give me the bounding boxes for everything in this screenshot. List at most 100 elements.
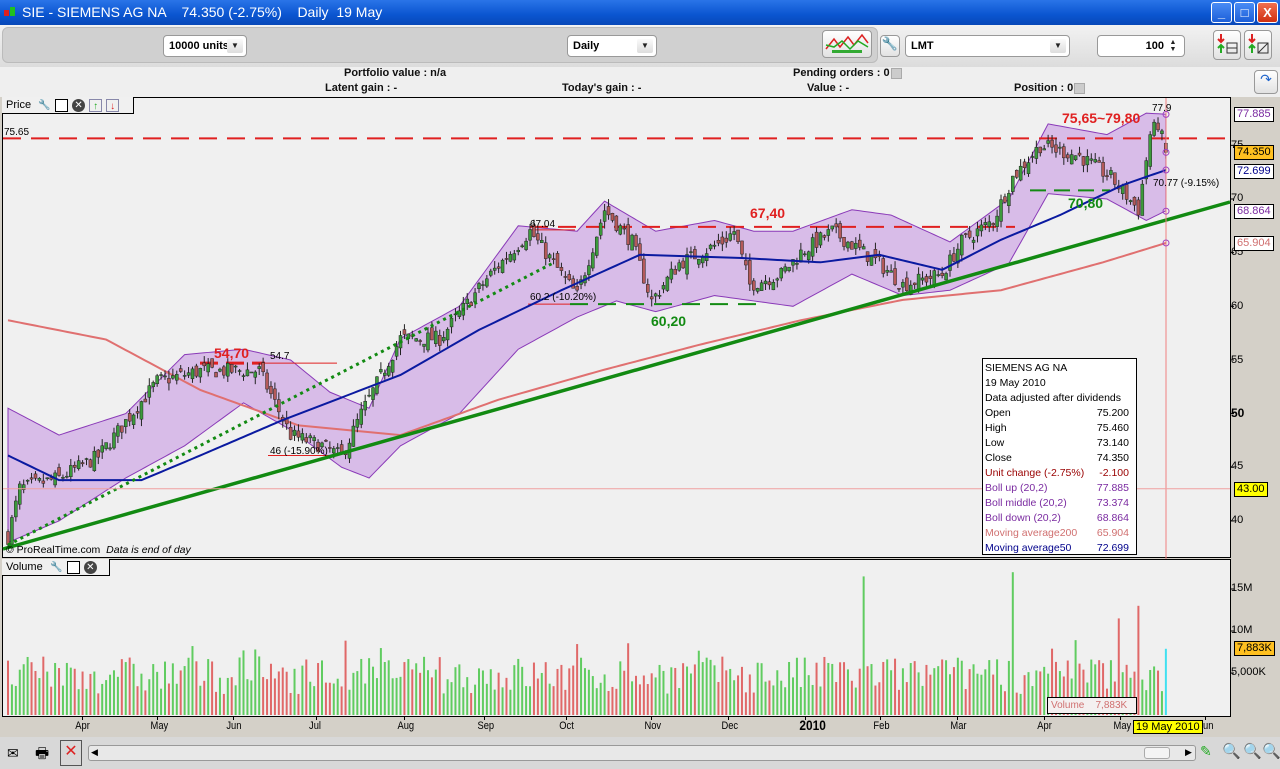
- volume-bar: [603, 674, 606, 715]
- volume-bar: [721, 656, 724, 715]
- volume-bar: [183, 666, 186, 715]
- volume-bar: [73, 668, 76, 715]
- volume-bar: [654, 677, 657, 715]
- window-icon[interactable]: [66, 560, 80, 574]
- volume-bar: [462, 687, 465, 715]
- volume-bar: [112, 670, 115, 715]
- volume-bar: [167, 683, 170, 715]
- x-axis-label: 2010: [799, 717, 826, 733]
- zoom-out-icon[interactable]: 🔍: [1243, 742, 1262, 760]
- volume-bar: [1027, 672, 1030, 715]
- volume-bar: [18, 669, 21, 715]
- volume-bar: [599, 682, 602, 715]
- volume-bar: [403, 662, 406, 715]
- volume-bar: [615, 688, 618, 715]
- volume-bar: [709, 659, 712, 715]
- volume-bar: [128, 657, 131, 715]
- volume-bar: [152, 664, 155, 715]
- volume-bar: [305, 659, 308, 715]
- x-tick: [157, 716, 158, 720]
- volume-bar: [58, 668, 61, 715]
- volume-bar: [375, 678, 378, 715]
- volume-tick: 15M: [1231, 582, 1253, 594]
- volume-bar: [576, 644, 579, 715]
- volume-bar: [678, 688, 681, 715]
- volume-bar: [744, 692, 747, 715]
- volume-bar: [116, 676, 119, 715]
- scrollbar-thumb[interactable]: [1144, 747, 1170, 759]
- volume-bar: [1011, 572, 1014, 715]
- volume-bar: [222, 693, 225, 715]
- volume-bar: [124, 662, 127, 715]
- volume-bar: [623, 670, 626, 715]
- volume-bar: [277, 671, 280, 715]
- volume-bar: [97, 693, 100, 715]
- x-tick: [316, 716, 317, 720]
- x-axis-label: Sep: [477, 720, 495, 732]
- volume-bar: [426, 670, 429, 715]
- volume-bar: [854, 687, 857, 715]
- volume-bar: [399, 676, 402, 715]
- volume-bar: [693, 664, 696, 715]
- volume-bar: [760, 663, 763, 715]
- volume-bar: [897, 689, 900, 715]
- volume-bar: [171, 663, 174, 715]
- volume-bar: [788, 662, 791, 715]
- volume-bar: [352, 672, 355, 715]
- volume-bar: [756, 662, 759, 715]
- volume-bar: [835, 682, 838, 715]
- volume-bar: [1019, 693, 1022, 715]
- volume-bar: [635, 675, 637, 715]
- volume-bar: [525, 686, 528, 715]
- horizontal-scrollbar[interactable]: ◀ ▶: [88, 745, 1196, 761]
- volume-bar: [1000, 684, 1003, 715]
- volume-bar: [1031, 686, 1034, 715]
- volume-bar: [658, 664, 661, 715]
- volume-bar: [489, 669, 492, 715]
- volume-bar: [846, 669, 849, 715]
- volume-bar: [941, 659, 944, 715]
- zoom-fit-icon[interactable]: 🔍: [1222, 742, 1241, 760]
- volume-bar: [289, 692, 292, 715]
- volume-bar: [890, 670, 893, 715]
- disconnect-icon[interactable]: ✕: [60, 740, 82, 766]
- volume-bar: [54, 662, 57, 715]
- close-icon[interactable]: ✕: [83, 560, 97, 574]
- volume-bar: [442, 693, 445, 715]
- volume-bar: [901, 668, 904, 715]
- volume-bar: [419, 672, 422, 715]
- x-axis-label: Apr: [75, 720, 90, 732]
- volume-bar: [866, 666, 869, 715]
- x-axis-label: Feb: [873, 720, 890, 732]
- volume-bar: [513, 665, 516, 715]
- volume-bar: [1039, 671, 1042, 715]
- volume-bar: [674, 667, 677, 715]
- volume-bar: [536, 678, 539, 715]
- volume-bar: [230, 677, 233, 715]
- volume-bar: [949, 674, 951, 715]
- scroll-right-icon[interactable]: ▶: [1185, 747, 1192, 758]
- x-axis-label: Nov: [644, 720, 662, 732]
- wrench-icon[interactable]: 🔧: [50, 561, 63, 574]
- volume-bar: [933, 668, 936, 715]
- volume-bar: [874, 685, 877, 715]
- draw-tool-icon[interactable]: ✎: [1200, 743, 1212, 760]
- volume-bar: [996, 659, 999, 715]
- volume-bar: [532, 662, 535, 715]
- zoom-in-icon[interactable]: 🔍: [1262, 742, 1280, 760]
- volume-bar: [497, 672, 500, 715]
- volume-bar: [38, 678, 41, 715]
- volume-bar: [458, 664, 461, 715]
- print-icon[interactable]: 🖶: [35, 743, 49, 768]
- scroll-left-icon[interactable]: ◀: [91, 747, 98, 758]
- volume-bar: [211, 661, 214, 715]
- volume-chart[interactable]: [0, 0, 1280, 769]
- volume-bar: [332, 683, 335, 715]
- email-icon[interactable]: ✉: [7, 745, 19, 762]
- volume-bar: [560, 664, 563, 715]
- volume-bar: [379, 648, 382, 715]
- volume-bar: [207, 659, 210, 715]
- volume-bar: [631, 681, 634, 715]
- volume-bar: [34, 670, 37, 715]
- volume-bar: [670, 667, 673, 715]
